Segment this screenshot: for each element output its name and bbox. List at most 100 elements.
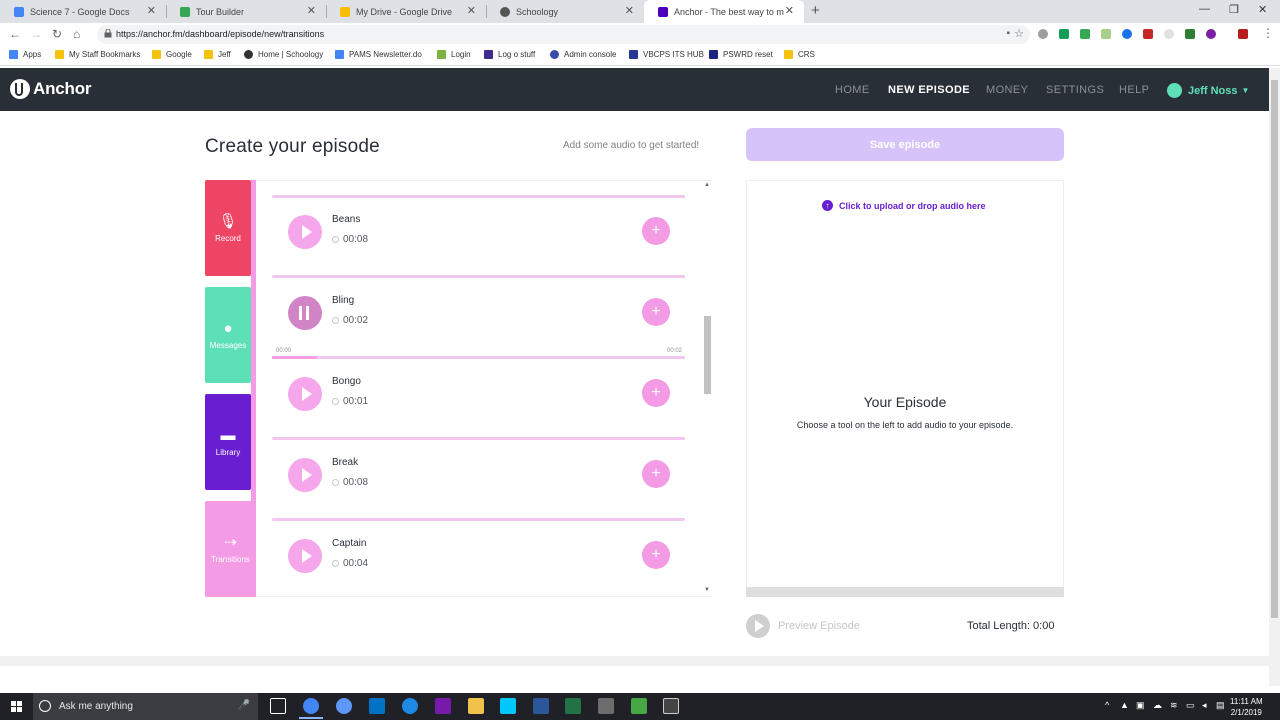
calculator-icon[interactable]: [598, 698, 614, 714]
snipping-tool-icon[interactable]: [663, 698, 679, 714]
bookmark-my-staff[interactable]: My Staff Bookmarks: [55, 50, 140, 59]
bookmark-crs[interactable]: CRS: [784, 50, 815, 59]
scrollbar-thumb[interactable]: [704, 316, 711, 394]
close-icon[interactable]: ✕: [147, 4, 156, 17]
nav-home[interactable]: HOME: [835, 84, 870, 96]
tray-app-icon[interactable]: ▲: [1120, 700, 1129, 710]
nav-settings[interactable]: SETTINGS: [1046, 84, 1104, 96]
taskbar-search-input[interactable]: Ask me anything 🎤: [33, 693, 258, 720]
edge-icon[interactable]: [402, 698, 418, 714]
play-button[interactable]: [288, 458, 322, 492]
tool-messages[interactable]: ● Messages: [205, 287, 251, 383]
microphone-icon[interactable]: 🎤: [238, 700, 250, 711]
close-icon[interactable]: ✕: [785, 4, 794, 17]
camera-icon[interactable]: ▪: [1006, 28, 1010, 39]
bookmark-admin-console[interactable]: Admin console: [550, 50, 616, 59]
outlook-icon[interactable]: [369, 698, 385, 714]
add-button[interactable]: +: [642, 217, 670, 245]
bookmark-pams-newsletter[interactable]: PAMS Newsletter.do: [335, 50, 422, 59]
file-explorer-icon[interactable]: [468, 698, 484, 714]
extension-icon[interactable]: [1038, 29, 1048, 39]
photoshop-icon[interactable]: [500, 698, 516, 714]
bookmark-apps[interactable]: Apps: [9, 50, 41, 59]
upload-audio-link[interactable]: ↑ Click to upload or drop audio here: [822, 200, 986, 211]
extension-icon[interactable]: [1164, 29, 1174, 39]
extension-icon[interactable]: [1080, 29, 1090, 39]
extension-icon[interactable]: [1101, 29, 1111, 39]
bookmark-login[interactable]: Login: [437, 50, 471, 59]
close-icon[interactable]: ✕: [307, 4, 316, 17]
tray-app-icon[interactable]: ▣: [1136, 700, 1145, 711]
tool-library[interactable]: ▬ Library: [205, 394, 251, 490]
play-button[interactable]: [288, 215, 322, 249]
bookmark-vbcps-its-hub[interactable]: VBCPS ITS HUB: [629, 50, 704, 59]
bookmark-log-o-stuff[interactable]: Log o stuff: [484, 50, 535, 59]
wifi-icon[interactable]: ≋: [1170, 700, 1178, 711]
word-icon[interactable]: [533, 698, 549, 714]
notification-icon[interactable]: ▤: [1216, 700, 1225, 711]
task-view-icon[interactable]: [270, 698, 286, 714]
bookmark-google[interactable]: Google: [152, 50, 192, 59]
extension-icon[interactable]: [1059, 29, 1069, 39]
home-icon[interactable]: ⌂: [73, 27, 80, 41]
pause-button[interactable]: [288, 296, 322, 330]
close-icon[interactable]: ✕: [467, 4, 476, 17]
browser-tab-google-docs[interactable]: Science 7 - Google Docs ✕: [0, 0, 166, 23]
taskbar-clock[interactable]: 11:11 AM 2/1/2019: [1230, 696, 1263, 718]
play-button[interactable]: [288, 377, 322, 411]
volume-icon[interactable]: ◂: [1202, 700, 1207, 711]
new-tab-icon[interactable]: +: [811, 2, 820, 19]
battery-icon[interactable]: ▭: [1186, 700, 1195, 711]
extension-icon[interactable]: [1143, 29, 1153, 39]
browser-tab-schoology[interactable]: Schoology ✕: [486, 0, 644, 23]
extension-icon[interactable]: [1185, 29, 1195, 39]
list-scrollbar[interactable]: ▲ ▼: [703, 180, 712, 597]
bookmark-pswrd-reset[interactable]: PSWRD reset: [709, 50, 773, 59]
browser-tab-tour-builder[interactable]: Tour Builder ✕: [166, 0, 326, 23]
forward-arrow-icon[interactable]: →: [30, 27, 42, 41]
chrome-icon[interactable]: [299, 698, 323, 719]
extension-icon[interactable]: [1206, 29, 1216, 39]
close-icon[interactable]: ✕: [625, 4, 634, 17]
menu-icon[interactable]: ⋮: [1262, 26, 1274, 40]
page-scrollbar[interactable]: [1269, 68, 1280, 686]
camtasia-icon[interactable]: [631, 698, 647, 714]
anchor-logo[interactable]: Anchor: [10, 79, 92, 99]
browser-tab-google-drive[interactable]: My Drive - Google Drive ✕: [326, 0, 486, 23]
onenote-icon[interactable]: [435, 698, 451, 714]
close-window-icon[interactable]: ✕: [1258, 3, 1267, 16]
user-menu[interactable]: Jeff Noss ▼: [1167, 83, 1249, 98]
add-button[interactable]: +: [642, 298, 670, 326]
tray-chevron-icon[interactable]: ^: [1105, 700, 1109, 710]
tool-transitions[interactable]: ⇢ Transitions: [205, 501, 256, 597]
add-button[interactable]: +: [642, 541, 670, 569]
scroll-down-icon[interactable]: ▼: [704, 587, 710, 593]
scrollbar-thumb[interactable]: [1271, 80, 1278, 618]
nav-help[interactable]: HELP: [1119, 84, 1149, 96]
bookmark-schoology[interactable]: Home | Schoology: [244, 50, 323, 59]
url-input[interactable]: https://anchor.fm/dashboard/episode/new/…: [97, 25, 1030, 44]
onedrive-icon[interactable]: ☁: [1153, 700, 1162, 711]
excel-icon[interactable]: [565, 698, 581, 714]
nav-money[interactable]: MONEY: [986, 84, 1028, 96]
chrome-profile-icon[interactable]: [336, 698, 352, 714]
minimize-icon[interactable]: —: [1199, 3, 1210, 15]
progress-track[interactable]: [272, 356, 685, 359]
bookmark-jeff[interactable]: Jeff: [204, 50, 231, 59]
star-icon[interactable]: ☆: [1014, 27, 1024, 40]
save-episode-button[interactable]: Save episode: [746, 128, 1064, 161]
add-button[interactable]: +: [642, 379, 670, 407]
extension-icon[interactable]: [1238, 29, 1248, 39]
extension-icon[interactable]: [1122, 29, 1132, 39]
page-horizontal-scrollbar[interactable]: [0, 656, 1269, 666]
nav-new-episode[interactable]: NEW EPISODE: [888, 84, 970, 96]
add-button[interactable]: +: [642, 460, 670, 488]
scroll-up-icon[interactable]: ▲: [704, 182, 710, 188]
play-button[interactable]: [288, 539, 322, 573]
restore-icon[interactable]: ❐: [1229, 3, 1239, 16]
preview-play-button[interactable]: [746, 614, 770, 638]
tool-record[interactable]: 🎙 Record: [205, 180, 251, 276]
browser-tab-anchor[interactable]: Anchor - The best way to m ✕: [644, 0, 804, 23]
preview-episode[interactable]: Preview Episode: [746, 614, 860, 638]
back-arrow-icon[interactable]: ←: [9, 27, 21, 41]
